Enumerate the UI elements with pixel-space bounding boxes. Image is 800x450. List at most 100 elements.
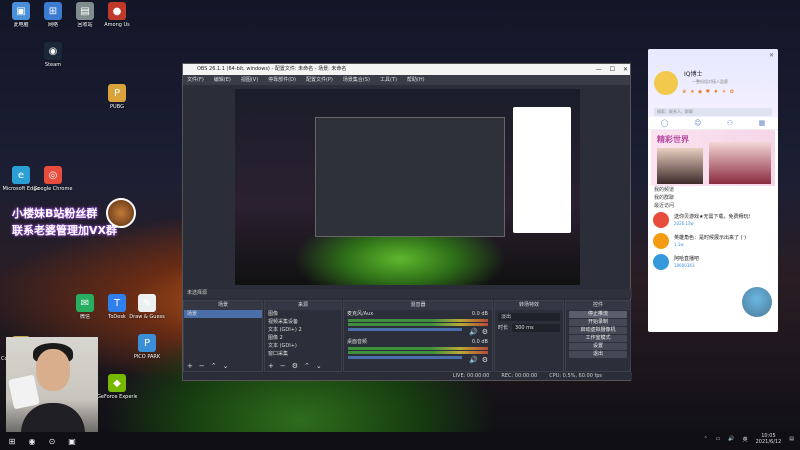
menu-help[interactable]: 帮助(H) [407,75,425,85]
tray-expand-icon[interactable]: ⌃ [703,436,707,442]
move-down-icon[interactable]: ⌄ [223,362,229,371]
window-controls: — ☐ ✕ [596,64,628,75]
qq-signature[interactable]: —整机组对接人盈客 [692,79,728,85]
menu-view[interactable]: 视图(V) [241,75,258,85]
app-icon: ▤ [76,2,94,20]
list-item[interactable]: 英雄角色：是时候展示出来了 ( ) 1.1w [648,231,778,252]
list-item[interactable]: 阿哈直播吧 18600343 [648,252,778,273]
move-up-icon[interactable]: ⌃ [211,362,217,371]
desktop-icon[interactable]: ◎ Google Chrome [34,166,72,206]
sources-dock-title: 来源 [265,301,341,310]
controls-dock-title: 控件 [566,301,630,310]
source-item[interactable]: 窗口采集 [265,350,341,358]
qq-panel[interactable]: IQ博士 —整机组对接人盈客 ♛ ★ ◆ ♥ ♦ ☀ ✿ 搜索：联系人、群聊 ✕… [648,49,778,332]
apps-tab-icon[interactable]: ▦ [759,119,766,127]
move-up-icon[interactable]: ⌃ [304,362,310,371]
steam-taskbar-icon[interactable]: ⊙ [44,434,60,448]
list-item-count: 1.1w [674,242,684,247]
chat-taskbar-icon[interactable]: ▣ [64,434,80,448]
desktop-icon[interactable]: ✎ Draw & Guess [129,294,165,334]
start-menu-icon[interactable]: ⊞ [4,434,20,448]
speaker-icon[interactable]: 🔊 [469,328,478,336]
duration-input[interactable]: 300 ms [512,324,560,332]
webcam-sticker [8,374,40,410]
app-icon: ◉ [44,42,62,60]
rec-timer: REC: 00:00:00 [501,373,538,379]
list-item-title: 英雄角色：是时候展示出来了 ( ) [674,235,747,241]
gear-icon[interactable]: ⚙ [482,328,488,336]
message-tab-icon[interactable]: ◯ [661,119,669,127]
minimize-icon[interactable]: — [596,64,602,75]
desktop-icon[interactable]: ✉ 微信 [68,294,102,334]
transitions-dock: 转场特效 淡出 时长 300 ms [494,300,564,372]
desktop-icon[interactable]: P PICO PARK [130,334,164,374]
volume-slider[interactable] [348,356,462,359]
source-item[interactable]: 视频采集设备 [265,318,341,326]
scene-item[interactable]: 场景 [184,310,262,318]
menu-profile[interactable]: 配置文件(P) [306,75,333,85]
start-recording-button[interactable]: 开始录制 [569,319,627,326]
taskbar: ⊞ ◉ ⊙ ▣ ⌃ ▭ 🔊 英 10:05 2021/6/12 ▤ [0,432,800,450]
app-icon: ◆ [108,374,126,392]
desktop-icon[interactable]: ◆ GeForce Experience [97,374,137,414]
duration-label: 时长 [498,325,509,331]
menu-scene-collection[interactable]: 场景集合(S) [343,75,370,85]
transition-type: 淡出 [501,314,512,320]
source-item[interactable]: 文本 (GDI+) 2 [265,326,341,334]
desktop-icon[interactable]: ◉ Steam [36,42,70,82]
desktop-icon-label: 微信 [79,314,90,320]
remove-icon[interactable]: − [199,362,205,371]
obs-taskbar-icon[interactable]: ◉ [24,434,40,448]
obs-window[interactable]: OBS 26.1.1 (64-bit, windows) - 配置文件: 未命名… [182,63,632,381]
source-item[interactable]: 文本 (GDI+) [265,342,341,350]
stop-streaming-button[interactable]: 停止推流 [569,311,627,318]
speaker-icon[interactable]: 🔊 [469,356,478,364]
exit-button[interactable]: 退出 [569,351,627,358]
app-icon: P [108,84,126,102]
menu-tools[interactable]: 工具(T) [380,75,397,85]
group-tab-icon[interactable]: ⚇ [727,119,733,127]
add-icon[interactable]: + [187,362,193,371]
list-item[interactable]: 送你贝游戏★无需下载，免费畅玩! 2026.13w [648,210,778,231]
settings-button[interactable]: 设置 [569,343,627,350]
remove-icon[interactable]: − [280,362,286,371]
volume-icon[interactable]: 🔊 [728,436,734,442]
menu-docks[interactable]: 停靠部件(D) [268,75,296,85]
input-language[interactable]: 英 [743,436,748,443]
maximize-icon[interactable]: ☐ [610,64,615,75]
section-my-channel[interactable]: 我的频道 [648,186,778,194]
source-item[interactable]: 图像 2 [265,334,341,342]
close-icon[interactable]: ✕ [623,64,628,75]
gear-icon[interactable]: ⚙ [482,356,488,364]
contact-tab-icon[interactable]: ☺ [694,119,701,127]
qq-banner[interactable]: 精彩世界 [651,130,775,186]
desktop-icon-label: PICO PARK [133,354,161,360]
avatar[interactable] [654,71,678,95]
search-input[interactable]: 搜索：联系人、群聊 [654,108,772,116]
move-down-icon[interactable]: ⌄ [316,362,322,371]
section-my-groups[interactable]: 我的群聊 [648,194,778,202]
menu-edit[interactable]: 编辑(E) [214,75,231,85]
obs-titlebar[interactable]: OBS 26.1.1 (64-bit, windows) - 配置文件: 未命名… [183,64,630,75]
menu-file[interactable]: 文件(F) [187,75,204,85]
desktop-icon[interactable]: ● Among Us [100,2,134,42]
mixer-track-db: 0.0 dB [471,311,488,317]
start-virtual-camera-button[interactable]: 启动虚拟摄像机 [569,327,627,334]
source-item[interactable]: 图像 [265,310,341,318]
notification-icon[interactable]: ▤ [789,436,794,442]
close-icon[interactable]: ✕ [769,52,774,59]
desktop-icon[interactable]: P PUBG [100,84,134,124]
overlay-text-line1: 小楼妹B站粉丝群 [12,207,98,220]
studio-mode-button[interactable]: 工作室模式 [569,335,627,342]
add-icon[interactable]: + [268,362,274,371]
audio-meter [348,347,488,350]
system-clock[interactable]: 10:05 2021/6/12 [756,433,782,445]
volume-slider[interactable] [348,328,462,331]
gear-icon[interactable]: ⚙ [292,362,298,371]
obs-preview[interactable] [235,89,580,285]
transition-select[interactable]: 淡出 [498,313,560,321]
network-icon[interactable]: ▭ [716,436,721,442]
desktop-icon-label: Among Us [104,22,130,28]
game-avatar[interactable] [742,287,772,317]
audio-meter [348,323,488,326]
